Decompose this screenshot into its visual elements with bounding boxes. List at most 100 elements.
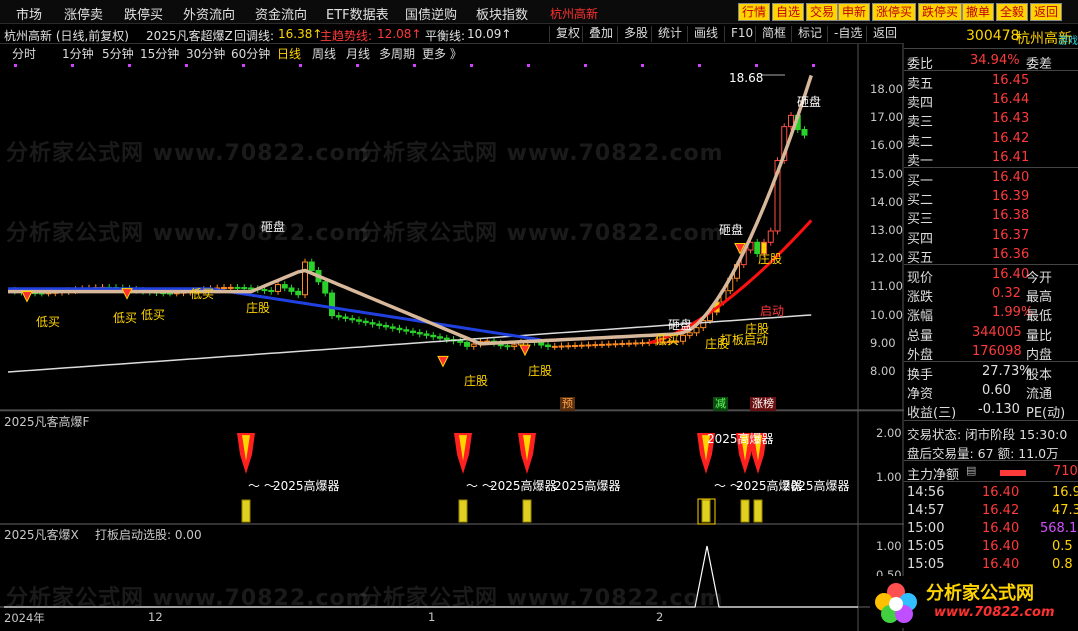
- ask-price[interactable]: 16.45: [992, 73, 1029, 88]
- arrow-marker: [21, 291, 33, 303]
- p2-label-2: 2025高爆器: [490, 479, 557, 493]
- label-zhuanggu-4: 庄股: [758, 252, 783, 266]
- watermark: 分析家公式网 www.70822.com: [360, 221, 724, 246]
- candle-body: [558, 345, 565, 348]
- menu-market[interactable]: 市场: [16, 4, 42, 23]
- tick-price: 16.42: [982, 503, 1020, 518]
- btn-limit-up-buy[interactable]: 涨停买: [872, 3, 917, 21]
- menu-limit-up-sell[interactable]: 涨停卖: [64, 4, 103, 23]
- mainflow-toggle-icon[interactable]: ▤: [966, 464, 976, 477]
- signal-dot: [14, 64, 17, 67]
- tick-volume: 47.3: [1052, 503, 1078, 518]
- mainflow-value: 710: [1053, 464, 1078, 479]
- signal-dot: [755, 64, 758, 67]
- blue-trend-line: [8, 287, 542, 342]
- mainflow-bar: [1000, 470, 1026, 476]
- side-tab[interactable]: 游戏: [1058, 32, 1078, 47]
- candle-body: [322, 281, 329, 294]
- ask-price[interactable]: 16.42: [992, 131, 1029, 146]
- bid-price[interactable]: 16.37: [992, 228, 1029, 243]
- ask-price[interactable]: 16.43: [992, 111, 1029, 126]
- panel2-axis-2: 2.00: [876, 426, 902, 440]
- btn-all[interactable]: 全毅: [996, 3, 1029, 21]
- arrow-marker: [121, 288, 133, 300]
- btn-watchlist[interactable]: 自选: [772, 3, 805, 21]
- candle-body: [342, 316, 349, 319]
- price-axis-label: 10.00: [870, 307, 903, 322]
- candle-body: [572, 344, 578, 347]
- price-axis-label: 14.00: [870, 194, 903, 209]
- menu-limit-down-buy[interactable]: 跌停买: [124, 4, 163, 23]
- volume-bar: [753, 499, 763, 523]
- menu-etf-table[interactable]: ETF数据表: [326, 4, 389, 23]
- p2-label-6: 2025高爆器: [783, 479, 850, 493]
- stat2-label: 净资: [907, 387, 934, 403]
- btn-ipo[interactable]: 申新: [838, 3, 871, 21]
- menu-sector-index[interactable]: 板块指数: [476, 4, 528, 23]
- candle-body: [234, 286, 241, 289]
- ask-price[interactable]: 16.41: [992, 150, 1029, 165]
- volume-bar: [740, 499, 750, 523]
- candle-body: [376, 323, 383, 326]
- candle-body: [565, 345, 572, 348]
- stat-label-2: 内盘: [1026, 347, 1053, 363]
- btn-quote[interactable]: 行情: [738, 3, 771, 21]
- bid-price[interactable]: 16.38: [992, 208, 1029, 223]
- volume-bar: [458, 499, 468, 523]
- tick-time: 15:00: [907, 521, 945, 536]
- ask-price[interactable]: 16.44: [992, 92, 1029, 107]
- tag-yu: 预: [560, 397, 575, 411]
- candle-body: [383, 324, 389, 328]
- high-price-label: 18.68: [729, 71, 764, 85]
- stat2-label: 换手: [907, 368, 934, 383]
- label-zhuanggu-2: 庄股: [464, 374, 489, 388]
- btn-back[interactable]: 返回: [1030, 3, 1063, 21]
- price-axis-label: 18.00: [870, 82, 903, 96]
- btn-limit-down-buy[interactable]: 跌停买: [918, 3, 963, 21]
- candle-body: [788, 114, 794, 128]
- candle-body: [241, 287, 248, 290]
- candle-body: [686, 332, 693, 336]
- candle-body: [227, 286, 234, 289]
- flower-logo-icon: [875, 583, 917, 623]
- candle-body: [248, 287, 254, 290]
- stat-label: 涨幅: [907, 309, 934, 325]
- menu-current-stock[interactable]: 杭州高新: [550, 5, 598, 22]
- menu-foreign-flow[interactable]: 外资流向: [183, 4, 235, 23]
- tick-time: 15:05: [907, 539, 945, 554]
- tool-return[interactable]: 返回: [866, 26, 897, 42]
- label-dimai-5: 低买: [190, 287, 215, 301]
- ask-label: 卖四: [907, 96, 934, 112]
- arrow-marker: [437, 355, 449, 368]
- stat2-value: 0.60: [982, 383, 1011, 399]
- menu-repo[interactable]: 国债逆购: [405, 4, 457, 23]
- candle-body: [551, 345, 558, 348]
- p2-label-4: 2025高爆器: [707, 432, 774, 446]
- candle-body: [221, 287, 227, 290]
- stat-label: 外盘: [907, 347, 934, 363]
- label-dimai-1: 低买: [36, 315, 61, 329]
- stat-label-2: 量比: [1026, 328, 1053, 344]
- candle-body: [423, 333, 430, 336]
- bid-price[interactable]: 16.40: [992, 170, 1029, 185]
- watermark: 分析家公式网 www.70822.com: [360, 586, 724, 611]
- panel2-title[interactable]: 2025凡客高爆F: [4, 413, 89, 430]
- candle-body: [329, 292, 335, 317]
- tick-volume: 568.1: [1040, 521, 1078, 536]
- candle-body: [396, 327, 403, 331]
- candle-body: [389, 326, 396, 329]
- signal-dot: [641, 64, 644, 67]
- candle-body: [639, 342, 646, 345]
- bid-price[interactable]: 16.36: [992, 247, 1029, 262]
- bid-price[interactable]: 16.39: [992, 189, 1029, 204]
- btn-trade[interactable]: 交易: [806, 3, 839, 21]
- panel3-value: 打板启动选股: 0.00: [95, 528, 202, 542]
- label-zhuanggu-3: 庄股: [528, 364, 553, 378]
- menu-fund-flow[interactable]: 资金流向: [255, 4, 307, 23]
- btn-cancel-order[interactable]: 撤单: [962, 3, 995, 21]
- candle-body: [612, 343, 619, 346]
- p2-tilde-1: ～ ～: [248, 479, 276, 493]
- panel3-title[interactable]: 2025凡客爆X: [4, 526, 79, 543]
- watermark: 分析家公式网 www.70822.com: [6, 141, 370, 166]
- candle-body: [308, 261, 315, 271]
